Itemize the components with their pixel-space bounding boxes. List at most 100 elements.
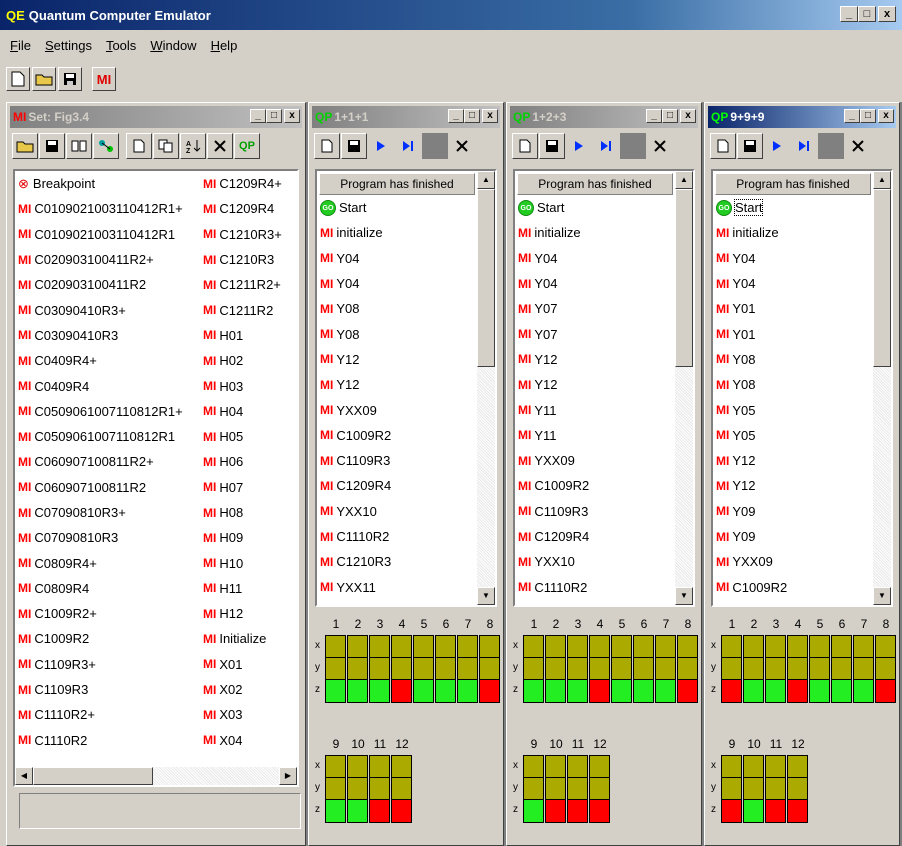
scroll-left-icon[interactable]: ◀ (15, 767, 33, 785)
list-item[interactable]: MI Y01 (713, 321, 873, 346)
delete-x-icon[interactable] (207, 133, 233, 159)
list-item[interactable]: MI Y04 (515, 271, 675, 296)
list-item[interactable]: MI H05 (200, 424, 297, 449)
list-item[interactable]: MI C1209R4+ (200, 171, 297, 196)
list-item[interactable]: MI initialize (713, 220, 873, 245)
save-disk-icon[interactable] (737, 133, 763, 159)
connect-icon[interactable] (93, 133, 119, 159)
list-item[interactable]: MI H11 (200, 576, 297, 601)
list-item[interactable]: MI C0809R4+ (15, 550, 200, 575)
list-item[interactable]: MI Y12 (515, 347, 675, 372)
list-item[interactable]: GO Start (515, 195, 675, 220)
list-item[interactable]: MI C060907100811R2 (15, 475, 200, 500)
list-item[interactable]: MI Y04 (713, 271, 873, 296)
list-item[interactable]: MI C07090810R3 (15, 525, 200, 550)
run-play-icon[interactable] (566, 133, 592, 159)
menu-help[interactable]: Help (205, 36, 246, 55)
list-item[interactable]: MI H04 (200, 399, 297, 424)
set-hscroll[interactable]: ◀ ▶ (15, 767, 297, 785)
open-folder-icon[interactable] (12, 133, 38, 159)
list-item[interactable]: GO Start (317, 195, 477, 220)
list-item[interactable]: MI C1209R4 (515, 524, 675, 549)
vscroll-thumb[interactable] (477, 189, 495, 367)
list-item[interactable]: MI Y09 (713, 499, 873, 524)
close-x-icon[interactable] (449, 133, 475, 159)
properties-icon[interactable] (66, 133, 92, 159)
list-item[interactable]: MI C1211R2 (200, 297, 297, 322)
list-item[interactable]: MI C0809R4 (15, 576, 200, 601)
list-item[interactable]: MI YXX10 (317, 499, 477, 524)
list-item[interactable]: MI Y08 (713, 347, 873, 372)
new-file-icon[interactable] (710, 133, 736, 159)
list-item[interactable]: MI Y08 (317, 321, 477, 346)
scroll-up-icon[interactable]: ▲ (873, 171, 891, 189)
list-item[interactable]: MI Y05 (713, 423, 873, 448)
list-item[interactable]: MI C1009R2 (317, 423, 477, 448)
list-item[interactable]: MI C1110R2 (317, 524, 477, 549)
list-item[interactable]: MI Y08 (713, 372, 873, 397)
vscroll-thumb[interactable] (675, 189, 693, 367)
list-item[interactable]: MI C0409R4+ (15, 348, 200, 373)
program-maximize-button[interactable]: □ (662, 109, 678, 123)
list-item[interactable]: MI C0109021003110412R1 (15, 222, 200, 247)
scroll-down-icon[interactable]: ▼ (873, 587, 891, 605)
close-button[interactable]: x (878, 6, 896, 22)
list-item[interactable]: MI C07090810R3+ (15, 500, 200, 525)
step-icon[interactable] (593, 133, 619, 159)
list-item[interactable]: MI initialize (515, 220, 675, 245)
list-item[interactable]: MI X04 (200, 728, 297, 753)
program-listbox[interactable]: Program has finished GO Start MI initialize M… (711, 169, 893, 607)
menu-tools[interactable]: Tools (100, 36, 144, 55)
list-item[interactable]: ⊗ Breakpoint (15, 171, 200, 196)
scroll-down-icon[interactable]: ▼ (477, 587, 495, 605)
minimize-button[interactable]: _ (840, 6, 858, 22)
menu-window[interactable]: Window (144, 36, 204, 55)
run-play-icon[interactable] (368, 133, 394, 159)
new-file-icon[interactable] (314, 133, 340, 159)
list-item[interactable]: MI C1109R3 (515, 499, 675, 524)
list-item[interactable]: MI YXX09 (713, 549, 873, 574)
step-icon[interactable] (395, 133, 421, 159)
list-item[interactable]: MI C1109R3+ (15, 652, 200, 677)
maximize-button[interactable]: □ (858, 6, 876, 22)
list-item[interactable]: MI Y04 (713, 246, 873, 271)
save-disk-icon[interactable] (341, 133, 367, 159)
list-item[interactable]: MI Y11 (515, 423, 675, 448)
hscroll-thumb[interactable] (33, 767, 153, 785)
program-maximize-button[interactable]: □ (464, 109, 480, 123)
list-item[interactable]: MI YXX09 (317, 397, 477, 422)
set-listbox[interactable]: ⊗ Breakpoint MI C0109021003110412R1+ MI C0109… (13, 169, 299, 787)
list-item[interactable]: MI Y04 (317, 246, 477, 271)
list-item[interactable]: MI X01 (200, 652, 297, 677)
program-vscroll[interactable]: ▲ ▼ (873, 171, 891, 605)
list-item[interactable]: MI C0109021003110412R1+ (15, 196, 200, 221)
stop-icon[interactable] (818, 133, 844, 159)
program-vscroll[interactable]: ▲ ▼ (675, 171, 693, 605)
program-listbox[interactable]: Program has finished GO Start MI initialize M… (315, 169, 497, 607)
stop-icon[interactable] (620, 133, 646, 159)
qp-button[interactable]: QP (234, 133, 260, 159)
set-maximize-button[interactable]: □ (266, 109, 282, 123)
list-item[interactable]: MI C1009R2 (15, 626, 200, 651)
list-item[interactable]: MI C1210R3+ (200, 222, 297, 247)
list-item[interactable]: MI Y12 (713, 448, 873, 473)
list-item[interactable]: MI C020903100411R2+ (15, 247, 200, 272)
list-item[interactable]: MI C1210R3 (200, 247, 297, 272)
menu-settings[interactable]: Settings (39, 36, 100, 55)
list-item[interactable]: MI H07 (200, 475, 297, 500)
list-item[interactable]: MI H02 (200, 348, 297, 373)
list-item[interactable]: MI C1009R2 (713, 574, 873, 599)
close-x-icon[interactable] (647, 133, 673, 159)
program-minimize-button[interactable]: _ (646, 109, 662, 123)
close-x-icon[interactable] (845, 133, 871, 159)
list-item[interactable]: MI C1209R4 (317, 473, 477, 498)
program-listbox[interactable]: Program has finished GO Start MI initialize M… (513, 169, 695, 607)
stop-icon[interactable] (422, 133, 448, 159)
list-item[interactable]: MI Y11 (515, 397, 675, 422)
list-item[interactable]: MI H09 (200, 525, 297, 550)
list-item[interactable]: MI Y07 (515, 321, 675, 346)
program-minimize-button[interactable]: _ (448, 109, 464, 123)
list-item[interactable]: MI Y05 (713, 397, 873, 422)
list-item[interactable]: MI H12 (200, 601, 297, 626)
list-item[interactable]: MI C1209R4 (200, 196, 297, 221)
